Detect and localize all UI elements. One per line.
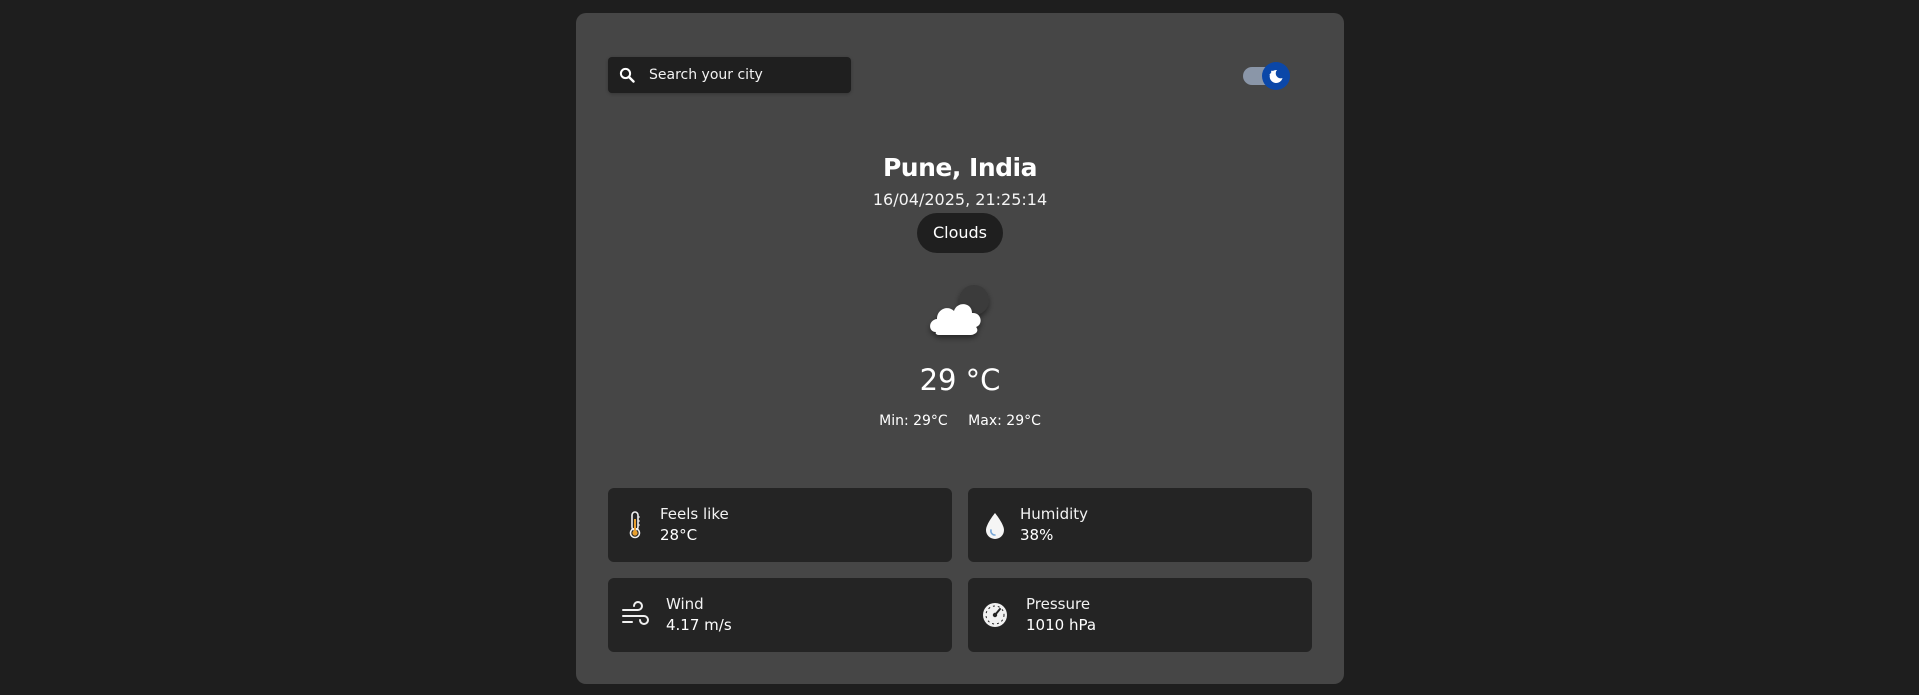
wind-tile: Wind 4.17 m/s	[608, 578, 952, 652]
humidity-value: 38%	[1020, 526, 1054, 544]
feels-like-label: Feels like	[660, 505, 729, 523]
pressure-tile: Pressure 1010 hPa	[968, 578, 1312, 652]
city-name: Pune, India	[882, 153, 1038, 182]
wind-label: Wind	[666, 595, 704, 613]
droplet-icon	[980, 510, 1010, 540]
local-datetime: 16/04/2025, 21:25:14	[872, 190, 1048, 209]
pressure-label: Pressure	[1026, 595, 1091, 613]
thermometer-icon	[620, 510, 650, 540]
weather-card: Pune, India 16/04/2025, 21:25:14 Clouds …	[576, 13, 1344, 684]
cloud-night-icon	[924, 280, 1000, 348]
min-max-row: Min: 29°C Max: 29°C	[576, 413, 1344, 429]
humidity-tile: Humidity 38%	[968, 488, 1312, 562]
min-temperature: Min: 29°C	[879, 413, 948, 429]
search-bar[interactable]	[608, 57, 851, 93]
wind-value: 4.17 m/s	[666, 616, 732, 634]
pressure-value: 1010 hPa	[1026, 616, 1097, 634]
feels-like-tile: Feels like 28°C	[608, 488, 952, 562]
search-icon[interactable]	[617, 65, 637, 85]
wind-icon	[620, 600, 650, 630]
max-temperature: Max: 29°C	[968, 413, 1041, 429]
temperature: 29 °C	[919, 363, 1001, 397]
condition-wrapper: Clouds	[576, 213, 1344, 253]
moon-icon[interactable]	[1262, 62, 1290, 90]
condition-badge: Clouds	[916, 213, 1004, 253]
humidity-label: Humidity	[1020, 505, 1089, 523]
feels-like-value: 28°C	[660, 526, 698, 544]
search-input[interactable]	[647, 66, 841, 84]
gauge-icon	[980, 600, 1010, 630]
theme-toggle[interactable]	[1243, 62, 1290, 90]
